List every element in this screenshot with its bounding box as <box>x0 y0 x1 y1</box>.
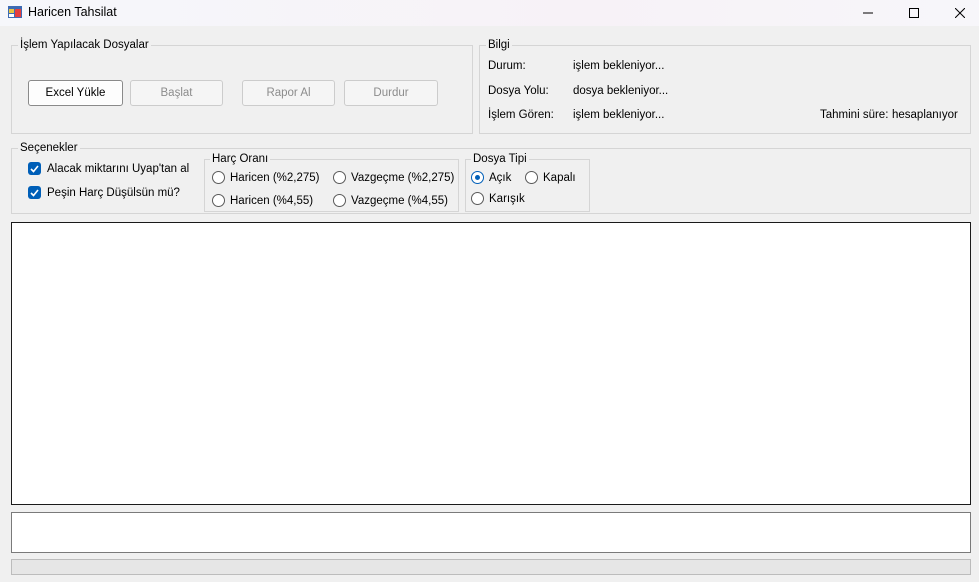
radio-label: Vazgeçme (%4,55) <box>351 194 448 207</box>
files-group: İşlem Yapılacak Dosyalar Excel Yükle Baş… <box>11 38 473 134</box>
path-label: Dosya Yolu: <box>488 85 549 97</box>
stop-button[interactable]: Durdur <box>344 80 438 106</box>
options-group-legend: Seçenekler <box>18 141 80 155</box>
fee-rate-legend: Harç Oranı <box>210 152 271 166</box>
file-type-group: Dosya Tipi Açık Kapalı Karışık <box>465 152 590 212</box>
radio-icon <box>212 194 225 207</box>
radio-label: Haricen (%2,275) <box>230 171 320 184</box>
radio-vazgecme-2275[interactable]: Vazgeçme (%2,275) <box>333 171 454 184</box>
fee-rate-group: Harç Oranı Haricen (%2,275) Vazgeçme (%2… <box>204 152 459 212</box>
radio-haricen-2275[interactable]: Haricen (%2,275) <box>212 171 319 184</box>
progress-bar <box>11 559 971 575</box>
radio-icon <box>525 171 538 184</box>
status-value: işlem bekleniyor... <box>573 60 665 72</box>
info-group: Bilgi Durum: işlem bekleniyor... Dosya Y… <box>479 38 971 134</box>
title-bar: Haricen Tahsilat <box>0 0 979 26</box>
file-type-legend: Dosya Tipi <box>471 152 529 166</box>
status-textbox[interactable] <box>11 512 971 553</box>
minimize-icon <box>863 12 873 14</box>
radio-label: Kapalı <box>543 171 576 184</box>
excel-upload-button[interactable]: Excel Yükle <box>28 80 123 106</box>
radio-vazgecme-455[interactable]: Vazgeçme (%4,55) <box>333 194 448 207</box>
close-button[interactable] <box>937 0 979 26</box>
checkbox-checked-icon <box>28 186 41 199</box>
app-icon <box>8 6 22 18</box>
window-title: Haricen Tahsilat <box>28 5 117 19</box>
maximize-button[interactable] <box>891 0 937 26</box>
radio-label: Açık <box>489 171 512 184</box>
checkbox-label: Alacak miktarını Uyap'tan al <box>47 162 190 175</box>
log-textarea[interactable] <box>11 222 971 505</box>
checkbox-uyap-amount[interactable]: Alacak miktarını Uyap'tan al <box>28 162 189 175</box>
radio-open[interactable]: Açık <box>471 171 511 184</box>
eta-label: Tahmini süre: <box>820 109 889 121</box>
files-group-legend: İşlem Yapılacak Dosyalar <box>18 38 151 52</box>
radio-icon <box>471 192 484 205</box>
minimize-button[interactable] <box>845 0 891 26</box>
report-button[interactable]: Rapor Al <box>242 80 335 106</box>
radio-icon <box>333 194 346 207</box>
radio-icon <box>212 171 225 184</box>
radio-haricen-455[interactable]: Haricen (%4,55) <box>212 194 313 207</box>
maximize-icon <box>909 8 919 18</box>
radio-icon <box>333 171 346 184</box>
checkbox-label: Peşin Harç Düşülsün mü? <box>47 186 180 199</box>
processed-label: İşlem Gören: <box>488 109 554 121</box>
radio-closed[interactable]: Kapalı <box>525 171 576 184</box>
close-icon <box>955 8 965 18</box>
info-group-legend: Bilgi <box>486 38 512 52</box>
radio-label: Vazgeçme (%2,275) <box>351 171 455 184</box>
radio-label: Karışık <box>489 192 525 205</box>
radio-selected-icon <box>471 171 484 184</box>
options-group: Seçenekler Alacak miktarını Uyap'tan al … <box>11 141 971 214</box>
status-label: Durum: <box>488 60 526 72</box>
radio-label: Haricen (%4,55) <box>230 194 314 207</box>
eta-value: hesaplanıyor <box>892 109 958 121</box>
start-button[interactable]: Başlat <box>130 80 223 106</box>
path-value: dosya bekleniyor... <box>573 85 669 97</box>
checkbox-checked-icon <box>28 162 41 175</box>
checkbox-advance-fee[interactable]: Peşin Harç Düşülsün mü? <box>28 186 180 199</box>
processed-value: işlem bekleniyor... <box>573 109 665 121</box>
radio-mixed[interactable]: Karışık <box>471 192 525 205</box>
